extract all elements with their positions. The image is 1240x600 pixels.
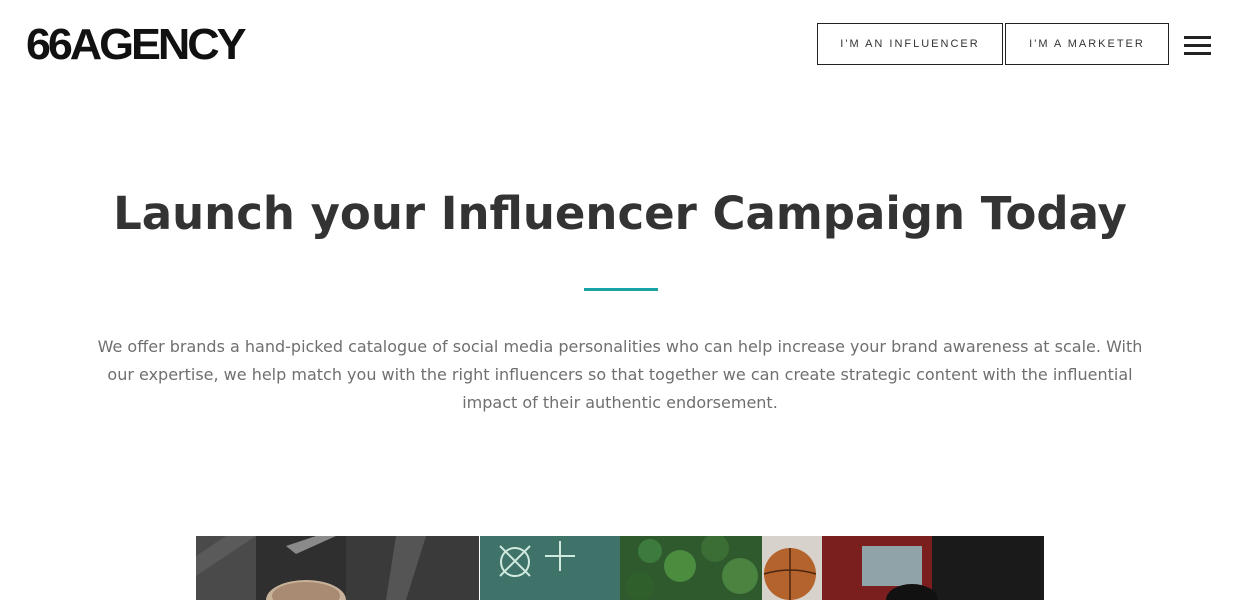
page-title: Launch your Influencer Campaign Today (113, 187, 1127, 240)
title-divider (584, 288, 658, 291)
photo-strip (196, 536, 1044, 600)
marketer-button[interactable]: I'M A MARKETER (1005, 23, 1169, 65)
influencer-photo-1 (196, 536, 479, 600)
hamburger-menu-icon[interactable] (1184, 36, 1211, 56)
influencer-button[interactable]: I'M AN INFLUENCER (817, 23, 1003, 65)
influencer-photo-2 (480, 536, 762, 600)
influencer-photo-3 (762, 536, 1044, 600)
hero-description: We offer brands a hand-picked catalogue … (97, 337, 1143, 412)
logo[interactable]: 66AGENCY (26, 22, 247, 68)
